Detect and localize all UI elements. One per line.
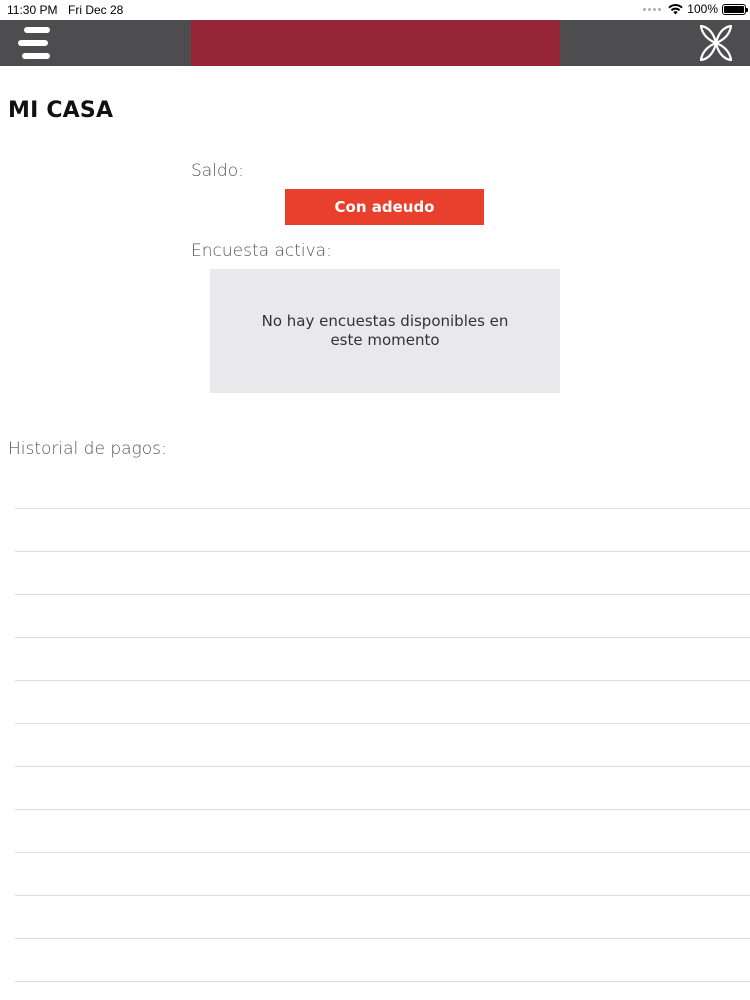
history-row [15, 681, 750, 724]
status-indicators: 100% [643, 2, 748, 16]
status-date: Fri Dec 28 [68, 3, 124, 17]
history-row [15, 810, 750, 853]
payment-history-list [15, 466, 750, 982]
history-row [15, 767, 750, 810]
history-row [15, 939, 750, 982]
page-title: MI CASA [8, 98, 114, 123]
history-row [15, 509, 750, 552]
battery-fill [724, 5, 744, 13]
survey-box: No hay encuestas disponibles en este mom… [210, 269, 560, 393]
flower-logo-icon[interactable] [698, 24, 734, 62]
battery-icon [722, 3, 748, 15]
active-survey-label: Encuesta activa: [191, 241, 332, 261]
status-time: 11:30 PM [7, 3, 58, 17]
history-row [15, 896, 750, 939]
battery-percent: 100% [687, 2, 718, 16]
status-bar: 11:30 PM Fri Dec 28 100% [0, 0, 750, 20]
app-header [0, 20, 750, 66]
wifi-icon [668, 3, 683, 14]
balance-label: Saldo: [191, 161, 244, 181]
payment-history-label: Historial de pagos: [8, 439, 167, 459]
history-row [15, 466, 750, 509]
history-row [15, 595, 750, 638]
hamburger-menu-icon[interactable] [18, 25, 56, 61]
balance-status-badge: Con adeudo [285, 189, 484, 225]
header-center-banner [191, 20, 560, 66]
survey-message: No hay encuestas disponibles en este mom… [261, 312, 509, 349]
history-row [15, 724, 750, 767]
history-row [15, 552, 750, 595]
history-row [15, 638, 750, 681]
history-row [15, 853, 750, 896]
signal-dots-icon [643, 7, 662, 11]
